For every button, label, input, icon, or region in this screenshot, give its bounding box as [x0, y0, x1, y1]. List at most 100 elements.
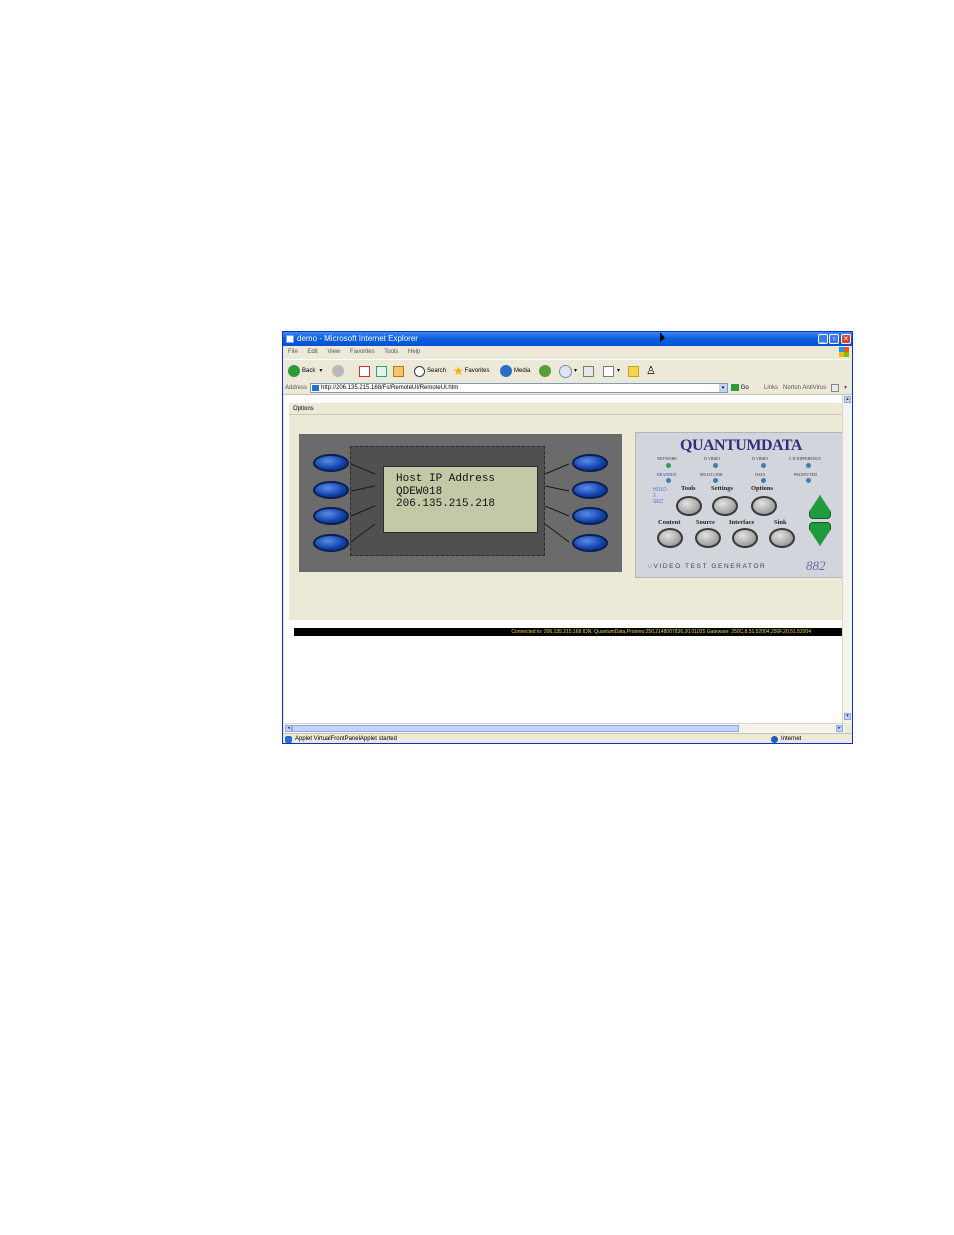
history-button[interactable] — [539, 364, 553, 378]
divider — [289, 414, 844, 415]
maximize-button[interactable]: ▫ — [829, 334, 839, 344]
toolbar-overflow-icon[interactable]: ▾ — [844, 382, 847, 394]
favorites-label: Favorites — [464, 368, 490, 374]
favorites-button[interactable]: ★ Favorites — [453, 364, 489, 378]
status-bar: Applet VirtualFrontPanelApplet started I… — [283, 733, 852, 743]
lcd-display: Host IP Address QDEW018 206.135.215.218 — [383, 466, 538, 533]
back-button[interactable]: Back ▾ — [288, 364, 322, 378]
sink-button[interactable] — [769, 528, 795, 548]
applet-icon — [285, 736, 292, 743]
star-icon: ★ — [453, 364, 464, 378]
mail-button[interactable]: ▾ — [559, 364, 577, 378]
scroll-left-icon[interactable]: ◂ — [285, 725, 292, 732]
content-label: Content — [658, 519, 681, 526]
led-label-difference: C D DIFFERENCE — [789, 456, 821, 461]
toolbar: Back ▾ Search ★ Favorites Media ▾ ▾ ♙ — [283, 359, 852, 383]
window-title: demo - Microsoft Internet Explorer — [297, 334, 418, 343]
status-text: Applet VirtualFrontPanelApplet started — [295, 736, 397, 742]
content-button[interactable] — [657, 528, 683, 548]
lcd-line-3: 206.135.215.218 — [396, 498, 496, 510]
messenger-button[interactable] — [628, 364, 639, 378]
stop-button[interactable] — [359, 364, 370, 378]
home-button[interactable] — [393, 364, 404, 378]
page-icon — [312, 385, 319, 391]
menu-bar: File Edit View Favorites Tools Help — [283, 346, 852, 358]
address-label: Address — [285, 385, 308, 391]
edit-icon — [603, 365, 614, 377]
connection-status-line: Connected to: 206.135.215.168 IDN: Quant… — [294, 628, 844, 636]
tagline-text: VIDEO TEST GENERATOR — [653, 563, 767, 570]
research-button[interactable]: ♙ — [646, 364, 656, 378]
settings-label: Settings — [711, 485, 734, 492]
sink-label: Sink — [774, 519, 787, 526]
virtual-front-panel-applet: Options Host IP Address QDEW018 206.135.… — [289, 403, 844, 636]
norton-antivirus-button[interactable]: Norton AntiVirus — [783, 382, 826, 394]
led-label-d-video-2: D VIDEO — [752, 456, 769, 461]
address-bar: Address http://206.135.215.168/Fs/Remote… — [283, 382, 852, 395]
address-dropdown-icon[interactable]: ▾ — [719, 384, 727, 392]
vertical-scrollbar[interactable]: ▴ ▾ — [842, 395, 852, 723]
close-button[interactable]: × — [841, 334, 851, 344]
forward-button[interactable] — [332, 364, 346, 378]
notes-icon — [628, 365, 639, 377]
lcd-panel: Host IP Address QDEW018 206.135.215.218 — [299, 434, 622, 572]
options-menu[interactable]: Options — [293, 406, 314, 412]
ie-icon — [286, 335, 294, 343]
go-arrow-icon — [731, 383, 739, 391]
person-icon: ♙ — [646, 365, 656, 377]
menu-view[interactable]: View — [327, 349, 340, 355]
up-arrow-button[interactable] — [809, 495, 831, 519]
led-branded — [666, 478, 671, 483]
menu-tools[interactable]: Tools — [384, 349, 398, 355]
menu-help[interactable]: Help — [408, 349, 420, 355]
windows-logo-icon — [839, 347, 849, 357]
tagline: ○VIDEO TEST GENERATOR — [648, 563, 767, 570]
scroll-right-icon[interactable]: ▸ — [836, 725, 843, 732]
refresh-icon — [376, 365, 387, 377]
scroll-down-icon[interactable]: ▾ — [844, 713, 851, 720]
search-button[interactable]: Search — [414, 364, 446, 378]
led-difference — [806, 463, 811, 468]
back-label: Back — [302, 368, 316, 374]
security-zone: Internet — [781, 736, 802, 742]
interface-label: Interface — [729, 519, 755, 526]
refresh-button[interactable] — [376, 364, 387, 378]
lcd-line-2: QDEW018 — [396, 485, 443, 498]
search-label: Search — [427, 368, 447, 374]
options-button[interactable] — [751, 496, 777, 516]
mail-icon — [559, 364, 572, 378]
title-bar[interactable]: demo - Microsoft Internet Explorer _ ▫ × — [283, 332, 852, 346]
globe-icon — [771, 736, 778, 743]
settings-button[interactable] — [712, 496, 738, 516]
down-arrow-button[interactable] — [809, 522, 831, 546]
edit-button[interactable]: ▾ — [603, 364, 620, 378]
address-input[interactable]: http://206.135.215.168/Fs/RemoteUI/Remot… — [310, 383, 728, 393]
source-button[interactable] — [695, 528, 721, 548]
led-label-d-video-1: D VIDEO — [704, 456, 721, 461]
lcd-line-1: Host IP Address — [396, 473, 496, 485]
horizontal-scrollbar[interactable]: ◂ ▸ — [284, 723, 845, 733]
minimize-button[interactable]: _ — [818, 334, 828, 344]
print-icon — [583, 365, 594, 377]
media-button[interactable]: Media — [500, 364, 530, 378]
menu-favorites[interactable]: Favorites — [350, 349, 375, 355]
links-button[interactable]: Links — [764, 382, 778, 394]
address-url: http://206.135.215.168/Fs/RemoteUI/Remot… — [321, 385, 459, 391]
led-label-multilink: MULTI LINK — [700, 472, 723, 477]
menu-edit[interactable]: Edit — [307, 349, 317, 355]
browser-window: demo - Microsoft Internet Explorer _ ▫ ×… — [282, 331, 853, 744]
menu-file[interactable]: File — [288, 349, 298, 355]
tools-button[interactable] — [676, 496, 702, 516]
interface-button[interactable] — [732, 528, 758, 548]
go-button[interactable]: Go — [731, 382, 749, 394]
history-icon — [539, 365, 551, 377]
print-button[interactable] — [583, 364, 594, 378]
forward-arrow-icon — [332, 365, 344, 377]
scroll-up-icon[interactable]: ▴ — [844, 396, 851, 403]
led-label-network: NETWORK — [657, 456, 677, 461]
led-network — [666, 463, 671, 468]
horizontal-scroll-thumb[interactable] — [292, 725, 739, 732]
led-d-video-1 — [713, 463, 718, 468]
stop-icon — [359, 365, 370, 377]
norton-icon[interactable] — [831, 384, 839, 392]
